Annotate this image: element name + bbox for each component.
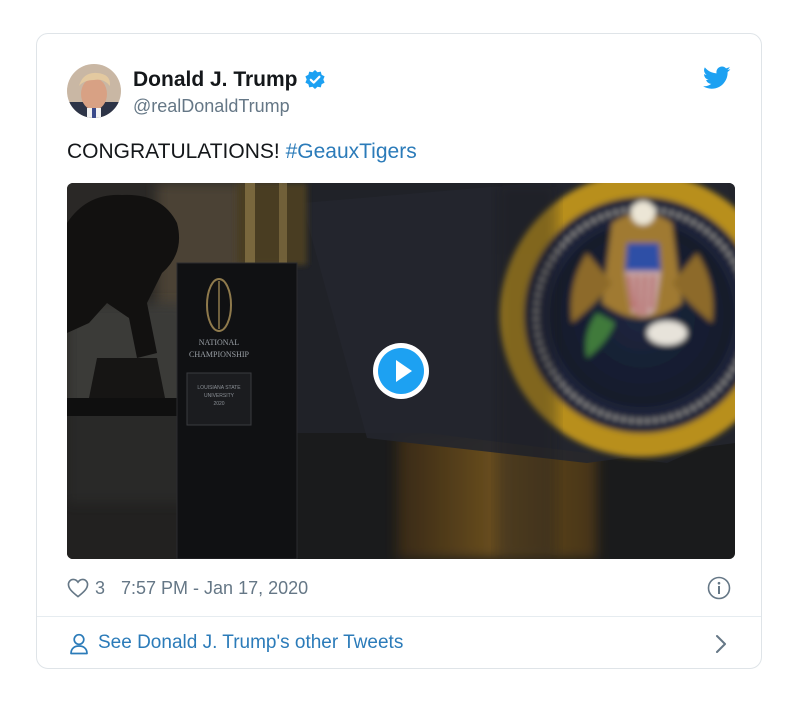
plate-line-3: 2020 <box>213 401 224 407</box>
tweet-text: CONGRATULATIONS! #GeauxTigers <box>67 138 417 166</box>
verified-badge-icon <box>304 69 326 91</box>
author-names: Donald J. Trump @realDonaldTrump <box>133 67 326 118</box>
plate-line-1: LOUISIANA STATE <box>197 385 241 391</box>
chevron-right-icon[interactable] <box>715 634 727 654</box>
play-icon[interactable] <box>372 342 430 400</box>
engraving-line-1: NATIONAL <box>199 338 240 347</box>
tweet-card: Donald J. Trump @realDonaldTrump CONGRAT… <box>36 33 762 669</box>
tweet-meta: 3 7:57 PM - Jan 17, 2020 <box>67 574 731 602</box>
see-other-tweets-label[interactable]: See Donald J. Trump's other Tweets <box>98 631 403 655</box>
hashtag-link[interactable]: #GeauxTigers <box>286 140 417 163</box>
twitter-bird-icon[interactable] <box>703 66 731 90</box>
plate-line-2: UNIVERSITY <box>204 393 235 399</box>
tweet-video[interactable]: NATIONAL CHAMPIONSHIP LOUISIANA STATE UN… <box>67 183 735 559</box>
author-display-name[interactable]: Donald J. Trump <box>133 67 326 93</box>
engraving-line-2: CHAMPIONSHIP <box>189 350 250 359</box>
info-icon[interactable] <box>707 576 731 600</box>
play-button[interactable] <box>372 342 430 400</box>
like-count: 3 <box>95 577 106 598</box>
author-name-text[interactable]: Donald J. Trump <box>133 67 298 93</box>
avatar[interactable] <box>67 64 121 118</box>
tweet-header: Donald J. Trump @realDonaldTrump <box>67 64 731 120</box>
tweet-timestamp[interactable]: 7:57 PM - Jan 17, 2020 <box>121 578 308 599</box>
heart-icon[interactable] <box>67 578 89 598</box>
person-icon <box>69 633 89 655</box>
see-other-tweets-link[interactable]: See Donald J. Trump's other Tweets <box>37 617 761 669</box>
author-handle[interactable]: @realDonaldTrump <box>133 94 326 118</box>
tweet-text-main: CONGRATULATIONS! <box>67 140 286 163</box>
